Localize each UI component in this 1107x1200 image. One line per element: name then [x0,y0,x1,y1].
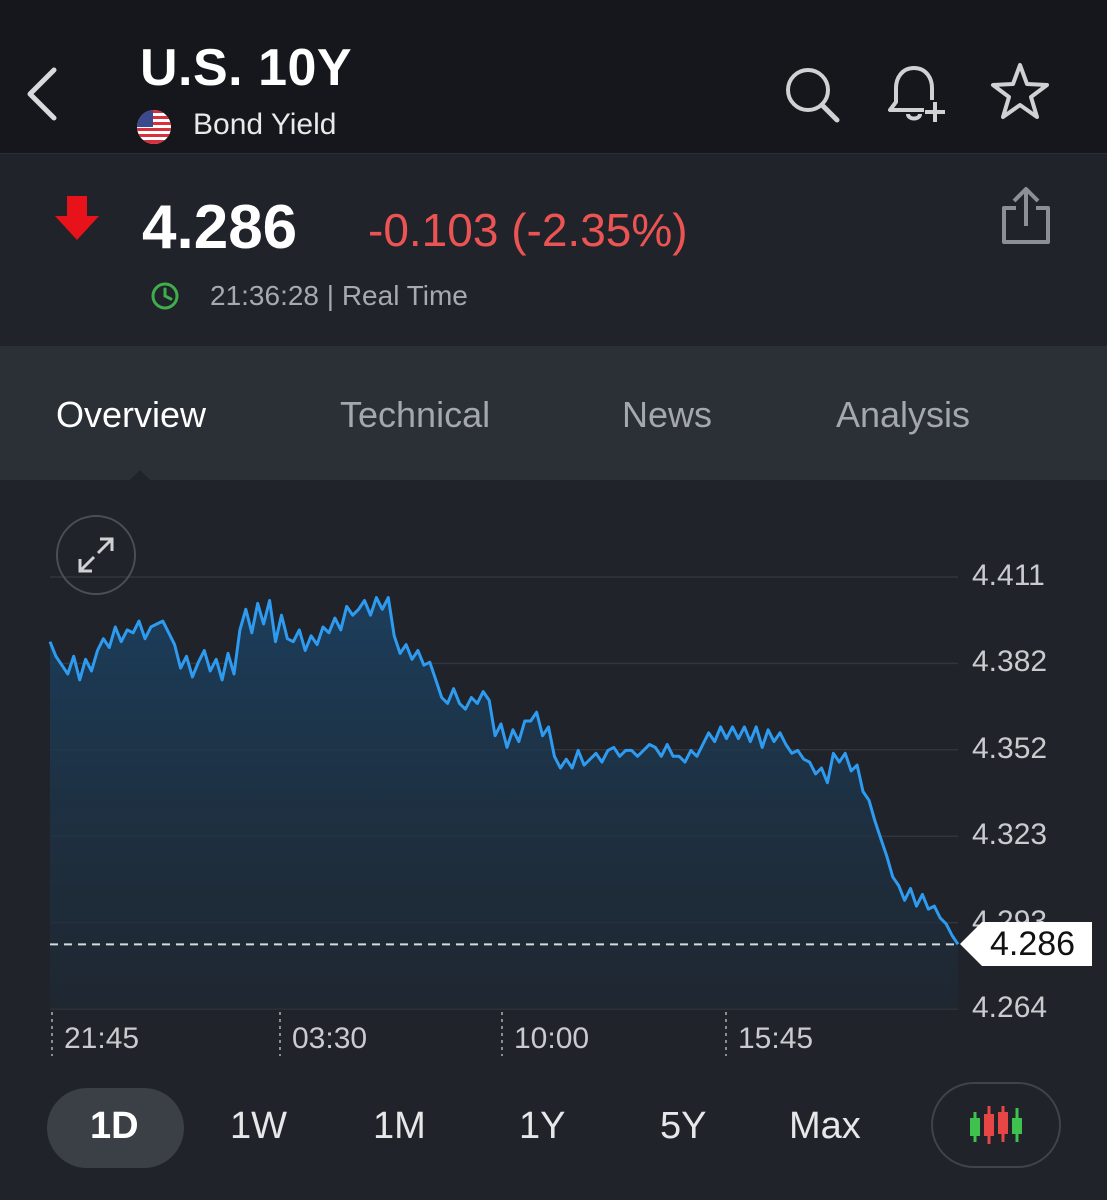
candlestick-icon [970,1106,1022,1144]
range-1w-button[interactable]: 1W [230,1105,287,1148]
range-5y-button[interactable]: 5Y [660,1105,706,1148]
y-tick-label: 4.352 [972,731,1048,765]
current-price-label: 4.286 [990,925,1076,963]
range-max-button[interactable]: Max [789,1105,861,1148]
y-tick-label: 4.382 [972,645,1048,679]
range-1d-button[interactable]: 1D [90,1105,139,1148]
y-tick-label: 4.411 [972,559,1045,592]
expand-chart-button[interactable] [56,515,136,595]
y-tick-label: 4.323 [972,818,1048,852]
x-tick-label: 15:45 [738,1022,814,1055]
candlestick-toggle-button[interactable] [931,1082,1061,1168]
expand-icon [78,537,114,573]
price-chart[interactable] [0,0,1107,1080]
y-tick-label: 4.264 [972,991,1048,1024]
range-1m-button[interactable]: 1M [373,1105,426,1148]
x-tick-label: 21:45 [64,1022,140,1055]
x-tick-label: 03:30 [292,1022,368,1055]
x-tick-label: 10:00 [514,1022,590,1055]
range-1y-button[interactable]: 1Y [519,1105,565,1148]
